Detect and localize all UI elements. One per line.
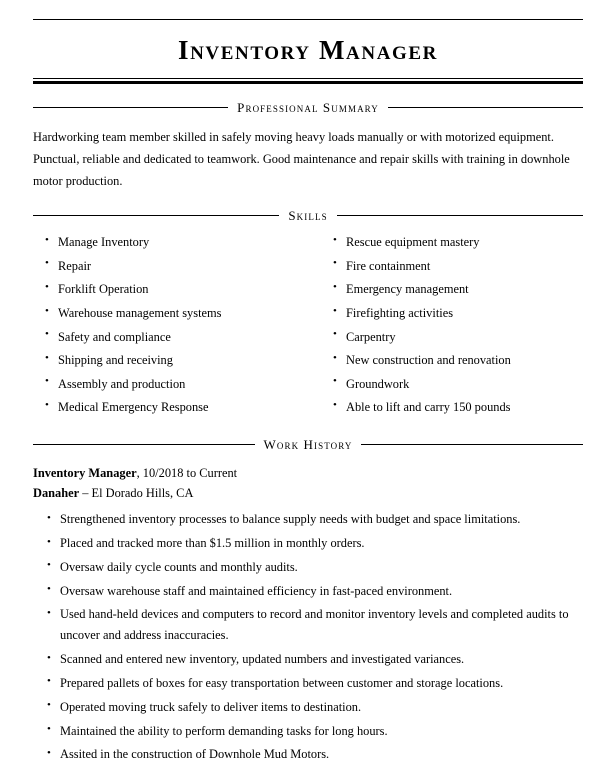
- skill-list-item: Manage Inventory: [33, 232, 308, 252]
- job-bullet-item: Oversaw daily cycle counts and monthly a…: [33, 556, 583, 578]
- job-bullet-item: Scanned and entered new inventory, updat…: [33, 649, 583, 670]
- top-divider: [33, 19, 583, 20]
- section-rule-right: [336, 215, 584, 217]
- job-title: Inventory Manager: [33, 465, 137, 480]
- job-bullet-item: Used hand-held devices and computers to …: [33, 604, 583, 646]
- title-divider-group: [33, 78, 583, 84]
- skill-list-item: Carpentry: [321, 326, 583, 347]
- title-divider-thin: [33, 78, 583, 79]
- skills-column-right: Rescue equipment mastery Fire containment…: [308, 232, 583, 421]
- job-bullet-item: Maintained the ability to perform demand…: [33, 720, 583, 742]
- skill-list-item: Fire containment: [321, 255, 583, 276]
- skill-list-item: Medical Emergency Response: [33, 397, 308, 417]
- job-bullet-list: Strengthened inventory processes to bala…: [33, 509, 583, 765]
- skill-list-item: Able to lift and carry 150 pounds: [321, 397, 583, 417]
- skill-list-item: Warehouse management systems: [33, 303, 308, 323]
- skills-columns: Manage Inventory Repair Forklift Operation…: [33, 232, 583, 421]
- section-rule-left: [33, 443, 255, 445]
- skill-list-item: Repair: [33, 255, 308, 276]
- section-title-professional-summary: Professional Summary: [237, 100, 379, 115]
- page-title: Inventory Manager: [178, 35, 438, 65]
- job-bullets-wrapper: Strengthened inventory processes to bala…: [33, 509, 583, 765]
- title-divider-thick: [33, 81, 583, 84]
- professional-summary-text: Hardworking team member skilled in safel…: [33, 130, 570, 189]
- job-company: Danaher: [33, 486, 80, 501]
- skill-list-item: New construction and renovation: [321, 350, 583, 370]
- job-bullet-item: Oversaw warehouse staff and maintained e…: [33, 580, 583, 602]
- job-bullet-item: Strengthened inventory processes to bala…: [33, 509, 583, 530]
- section-rule-left: [33, 107, 229, 108]
- section-header-skills: Skills: [33, 208, 584, 224]
- section-header-work-history: Work History: [33, 436, 584, 452]
- skill-list-item: Firefighting activities: [321, 303, 583, 323]
- skill-list-item: Assembly and production: [33, 373, 308, 394]
- job-title-line: Inventory Manager, 10/2018 to Current: [33, 463, 583, 483]
- skill-list-item: Safety and compliance: [33, 326, 308, 347]
- resume-page: Inventory Manager Professional Summary H…: [0, 19, 616, 762]
- skills-list-left: Manage Inventory Repair Forklift Operation…: [33, 232, 308, 417]
- section-title-skills: Skills: [288, 208, 328, 224]
- job-bullet-item: Prepared pallets of boxes for easy trans…: [33, 672, 583, 694]
- skill-list-item: Forklift Operation: [33, 279, 308, 299]
- section-title-work-history: Work History: [263, 436, 353, 452]
- section-rule-right: [387, 107, 584, 108]
- job-company-line: Danaher – El Dorado Hills, CA: [33, 483, 583, 503]
- section-header-professional-summary: Professional Summary: [33, 100, 584, 115]
- job-heading: Inventory Manager, 10/2018 to Current Dan…: [33, 463, 583, 503]
- job-bullet-item: Placed and tracked more than $1.5 millio…: [33, 533, 583, 554]
- job-location: – El Dorado Hills, CA: [79, 486, 194, 501]
- skill-list-item: Rescue equipment mastery: [321, 232, 583, 252]
- skill-list-item: Groundwork: [321, 373, 583, 394]
- work-history-entries: Inventory Manager, 10/2018 to Current Dan…: [33, 463, 583, 765]
- job-bullet-item: Assited in the construction of Downhole …: [33, 744, 583, 765]
- section-rule-left: [33, 215, 280, 217]
- skill-list-item: Shipping and receiving: [33, 350, 308, 370]
- skills-list-right: Rescue equipment mastery Fire containment…: [321, 232, 583, 417]
- job-dates: , 10/2018 to Current: [136, 465, 238, 480]
- skill-list-item: Emergency management: [321, 279, 583, 299]
- section-rule-right: [361, 443, 584, 445]
- skills-column-left: Manage Inventory Repair Forklift Operation…: [33, 232, 308, 421]
